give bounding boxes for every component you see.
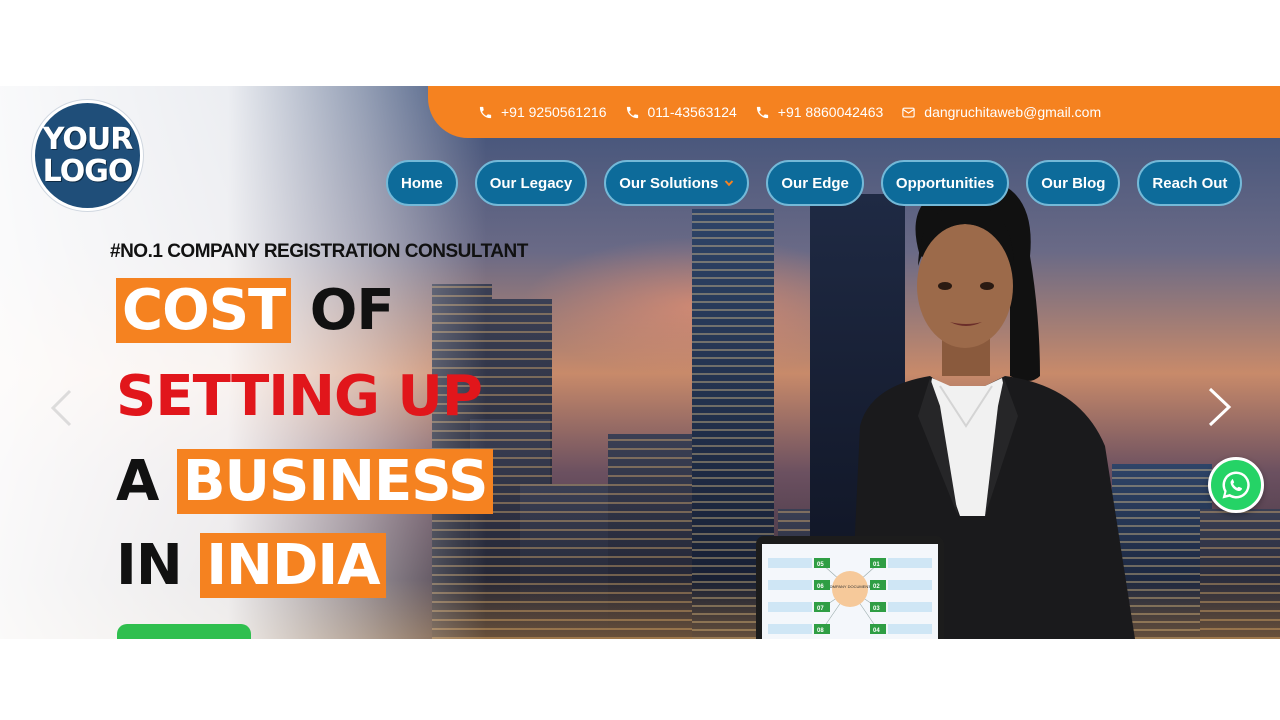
nav-our-blog[interactable]: Our Blog bbox=[1026, 160, 1121, 206]
headline-line-3: A BUSINESS bbox=[116, 449, 494, 514]
nav-our-solutions[interactable]: Our Solutions bbox=[604, 160, 750, 206]
hero-tagline: #NO.1 COMPANY REGISTRATION CONSULTANT bbox=[110, 241, 528, 262]
contact-phone-3[interactable]: +91 8860042463 bbox=[755, 104, 884, 120]
chevron-down-icon bbox=[725, 180, 734, 187]
whatsapp-button[interactable] bbox=[1208, 457, 1264, 513]
nav-our-solutions-label: Our Solutions bbox=[619, 174, 719, 192]
nav-opportunities[interactable]: Opportunities bbox=[880, 160, 1010, 206]
contact-phone-1[interactable]: +91 9250561216 bbox=[478, 104, 607, 120]
page: +91 9250561216 011-43563124 +91 88600424… bbox=[0, 0, 1280, 720]
nav-our-edge-label: Our Edge bbox=[781, 174, 849, 192]
headline-line-1: COST OF bbox=[116, 278, 395, 343]
contact-phone-2-text: 011-43563124 bbox=[647, 104, 737, 120]
headline-in: IN bbox=[116, 533, 183, 598]
nav-home-label: Home bbox=[401, 174, 443, 192]
logo-line-2: LOGO bbox=[42, 153, 134, 189]
nav-reach-out[interactable]: Reach Out bbox=[1137, 160, 1243, 206]
headline-a: A bbox=[116, 449, 159, 514]
diagram-num-05: 05 bbox=[817, 562, 824, 568]
diagram-num-08: 08 bbox=[817, 628, 824, 634]
diagram-num-04: 04 bbox=[873, 628, 880, 634]
headline-of: OF bbox=[309, 278, 395, 343]
contact-bar: +91 9250561216 011-43563124 +91 88600424… bbox=[428, 86, 1280, 138]
nav-home[interactable]: Home bbox=[386, 160, 458, 206]
company-documents-diagram: COMPANY DOCUMENTS 05 01 06 02 07 03 08 0… bbox=[768, 558, 932, 634]
diagram-center-label: COMPANY DOCUMENTS bbox=[827, 584, 874, 589]
contact-phone-1-text: +91 9250561216 bbox=[501, 104, 607, 120]
diagram-num-06: 06 bbox=[817, 584, 824, 590]
headline-india: INDIA bbox=[200, 533, 386, 598]
tablet-screen: COMPANY DOCUMENTS 05 01 06 02 07 03 08 0… bbox=[762, 544, 938, 639]
nav-our-blog-label: Our Blog bbox=[1041, 174, 1106, 192]
phone-icon bbox=[479, 106, 492, 118]
nav-our-legacy[interactable]: Our Legacy bbox=[474, 160, 588, 206]
email-icon bbox=[902, 107, 915, 117]
nav-our-legacy-label: Our Legacy bbox=[489, 174, 573, 192]
carousel-next-arrow[interactable] bbox=[1204, 386, 1234, 428]
contact-phone-3-text: +91 8860042463 bbox=[777, 104, 884, 120]
nav-opportunities-label: Opportunities bbox=[895, 174, 995, 192]
logo-line-1: YOUR bbox=[42, 121, 134, 157]
site-logo[interactable]: YOUR LOGO bbox=[32, 100, 143, 211]
headline-setting-up: SETTING UP bbox=[116, 364, 483, 429]
cta-button[interactable] bbox=[117, 624, 251, 639]
diagram-num-02: 02 bbox=[873, 584, 880, 590]
headline-cost: COST bbox=[116, 278, 292, 343]
contact-phone-2[interactable]: 011-43563124 bbox=[625, 104, 737, 120]
headline-line-4: IN INDIA bbox=[116, 533, 386, 598]
carousel-prev-arrow[interactable] bbox=[48, 388, 74, 428]
tablet-image: COMPANY DOCUMENTS 05 01 06 02 07 03 08 0… bbox=[756, 536, 944, 639]
headline-line-2: SETTING UP bbox=[116, 364, 483, 429]
nav-reach-out-label: Reach Out bbox=[1152, 174, 1228, 192]
diagram-num-01: 01 bbox=[873, 562, 880, 568]
phone-icon bbox=[756, 106, 768, 118]
headline-business: BUSINESS bbox=[176, 449, 494, 514]
phone-icon bbox=[626, 106, 638, 118]
contact-email[interactable]: dangruchitaweb@gmail.com bbox=[901, 104, 1101, 120]
diagram-num-03: 03 bbox=[873, 606, 880, 612]
diagram-num-07: 07 bbox=[817, 606, 824, 612]
whatsapp-icon bbox=[1222, 471, 1250, 499]
nav-our-edge[interactable]: Our Edge bbox=[766, 160, 864, 206]
main-nav: Home Our Legacy Our Solutions Our Edge O… bbox=[386, 160, 1243, 206]
contact-email-text: dangruchitaweb@gmail.com bbox=[924, 104, 1102, 120]
